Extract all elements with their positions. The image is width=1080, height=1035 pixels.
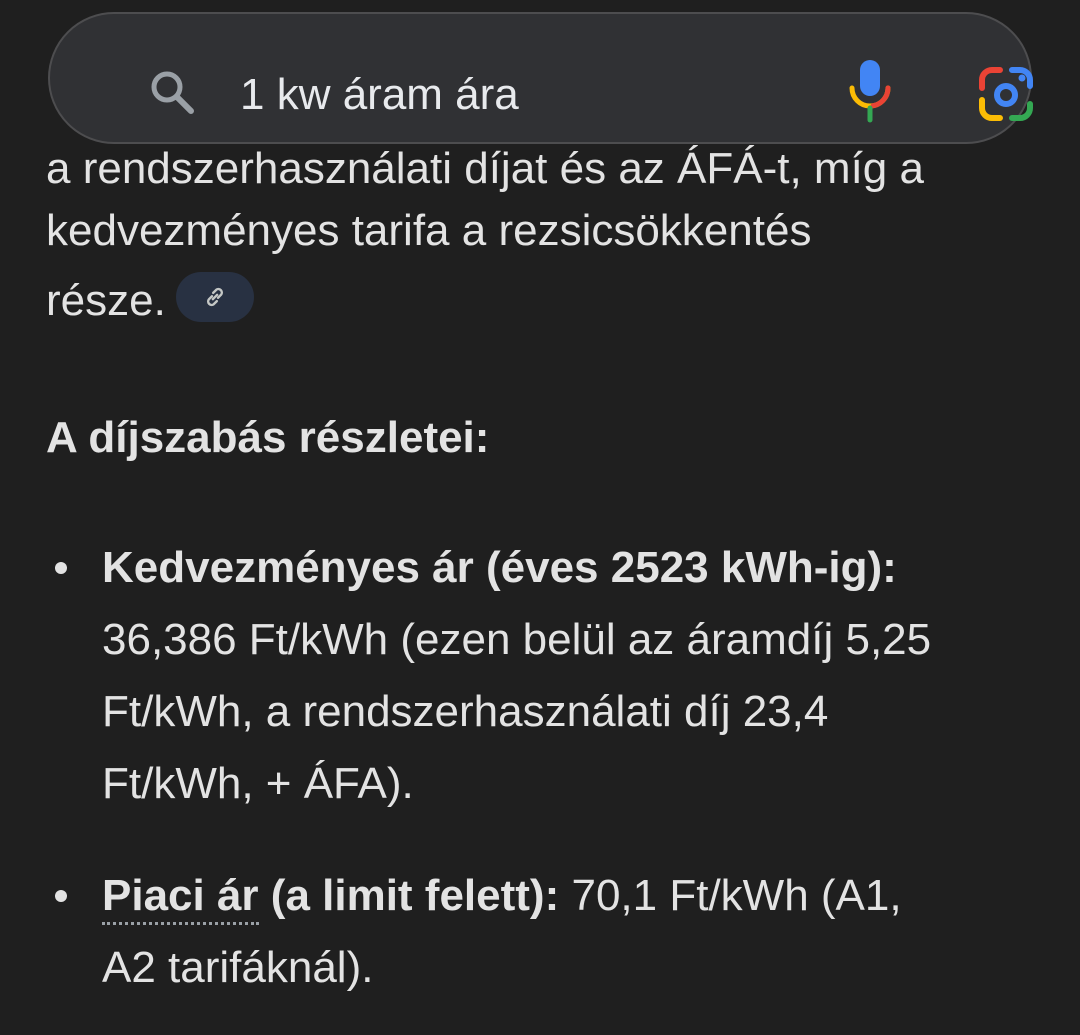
intro-paragraph: kedvezményes tarifa a rezsicsökkentés ré… xyxy=(46,196,1046,336)
search-bar[interactable] xyxy=(48,12,1033,144)
bullet-dot xyxy=(55,562,67,574)
intro-line: része. xyxy=(46,266,1046,336)
list-item-title: (a limit felett): xyxy=(258,871,560,920)
list-item-first-line: Piaci ár (a limit felett): 70,1 Ft/kWh (… xyxy=(102,860,1062,932)
section-heading: A díjszabás részletei: xyxy=(46,413,490,462)
list-item-line: Ft/kWh, + ÁFA). xyxy=(102,759,414,808)
list-item-title: Kedvezményes ár (éves 2523 kWh-ig): xyxy=(102,543,897,592)
list-item-text: Piaci ár (a limit felett): 70,1 Ft/kWh (… xyxy=(102,860,1062,1004)
list-item-value: 70,1 Ft/kWh (A1, xyxy=(559,871,902,920)
list-item-line: 36,386 Ft/kWh (ezen belül az áramdíj 5,2… xyxy=(102,615,932,664)
search-icon[interactable] xyxy=(146,66,198,118)
list-item-line: A2 tarifáknál). xyxy=(102,943,374,992)
intro-line: kedvezményes tarifa a rezsicsökkentés xyxy=(46,206,812,255)
glossary-term-link[interactable]: Piaci ár xyxy=(102,871,259,925)
list-item-text: Kedvezményes ár (éves 2523 kWh-ig): 36,3… xyxy=(102,532,1062,820)
link-icon xyxy=(206,288,223,307)
intro-line-text: része. xyxy=(46,276,166,325)
bullet-dot xyxy=(55,890,67,902)
search-input[interactable] xyxy=(240,64,800,126)
list-item-line: Ft/kWh, a rendszerhasználati díj 23,4 xyxy=(102,687,829,736)
clipped-text-line: a rendszerhasználati díjat és az ÁFÁ-t, … xyxy=(46,144,924,193)
ai-overview-content: a rendszerhasználati díjat és az ÁFÁ-t, … xyxy=(0,0,1080,1035)
google-lens-icon[interactable] xyxy=(976,64,1036,124)
microphone-icon[interactable] xyxy=(846,58,894,124)
source-link-chip[interactable] xyxy=(175,272,254,323)
